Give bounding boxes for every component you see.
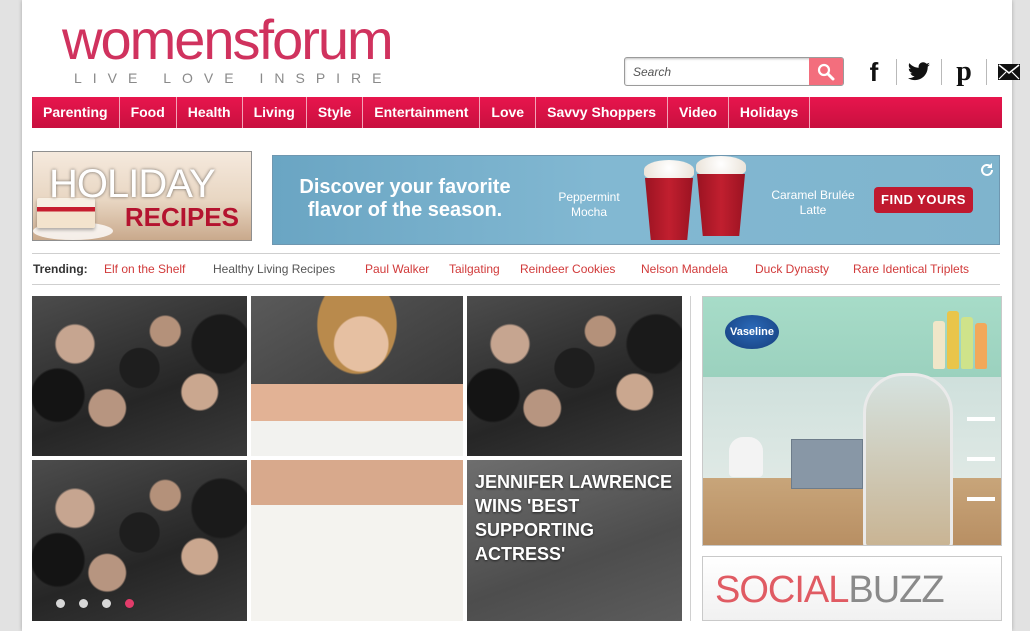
trending-link[interactable]: Paul Walker bbox=[365, 262, 429, 276]
trending-link[interactable]: Tailgating bbox=[449, 262, 500, 276]
ad-flavor-2: Caramel Brulée Latte bbox=[771, 188, 855, 217]
social-buzz-banner[interactable]: SOCIALBUZZ bbox=[702, 556, 1002, 621]
trending-link[interactable]: Elf on the Shelf bbox=[104, 262, 185, 276]
hero-caption: JENNIFER LAWRENCE WINS 'BEST SUPPORTING … bbox=[475, 472, 673, 564]
trending-link[interactable]: Rare Identical Triplets bbox=[853, 262, 969, 276]
divider bbox=[32, 253, 1000, 254]
trending-link[interactable]: Reindeer Cookies bbox=[520, 262, 615, 276]
search-icon bbox=[817, 63, 835, 80]
nav-item-holidays[interactable]: Holidays bbox=[729, 97, 811, 128]
hero-caption-tile[interactable]: JENNIFER LAWRENCE WINS 'BEST SUPPORTING … bbox=[467, 460, 682, 621]
divider bbox=[690, 296, 691, 621]
ad-flavor-1: Peppermint Mocha bbox=[558, 190, 620, 219]
nav-item-food[interactable]: Food bbox=[120, 97, 177, 128]
cup-image bbox=[697, 174, 745, 236]
divider bbox=[941, 59, 942, 85]
search-input[interactable] bbox=[625, 58, 809, 85]
page: womensforum LIVE LOVE INSPIRE f p bbox=[22, 0, 1020, 631]
nav-item-video[interactable]: Video bbox=[668, 97, 729, 128]
main-nav: Parenting Food Health Living Style Enter… bbox=[32, 97, 1002, 128]
site-logo[interactable]: womensforum LIVE LOVE INSPIRE bbox=[62, 8, 394, 88]
trending-link[interactable]: Healthy Living Recipes bbox=[213, 262, 335, 276]
slide-dot[interactable] bbox=[102, 599, 111, 608]
cup-image bbox=[645, 178, 693, 240]
search-button[interactable] bbox=[809, 58, 843, 85]
slide-dot[interactable] bbox=[56, 599, 65, 608]
nav-item-health[interactable]: Health bbox=[177, 97, 243, 128]
bedroom-image bbox=[703, 373, 1001, 545]
social-buzz-text-1: SOCIAL bbox=[715, 569, 849, 611]
cup-foam bbox=[696, 156, 746, 176]
search-box bbox=[624, 57, 844, 86]
hero-image-tile bbox=[32, 296, 247, 456]
nav-item-entertainment[interactable]: Entertainment bbox=[363, 97, 481, 128]
hero-image-tile bbox=[251, 460, 463, 621]
product-bottles-image bbox=[931, 303, 991, 369]
nav-item-love[interactable]: Love bbox=[480, 97, 537, 128]
email-icon[interactable] bbox=[989, 58, 1029, 86]
slide-dot[interactable] bbox=[79, 599, 88, 608]
facebook-icon[interactable]: f bbox=[854, 58, 894, 86]
cup-foam bbox=[644, 160, 694, 180]
hero-slideshow[interactable]: JENNIFER LAWRENCE WINS 'BEST SUPPORTING … bbox=[32, 296, 682, 621]
trending-link[interactable]: Duck Dynasty bbox=[755, 262, 829, 276]
social-buzz-logo: SOCIALBUZZ bbox=[715, 569, 945, 611]
social-links: f p bbox=[854, 57, 1029, 87]
find-yours-button[interactable]: FIND YOURS bbox=[874, 187, 973, 213]
slide-indicators bbox=[56, 599, 148, 608]
divider bbox=[32, 284, 1000, 285]
promo-title-line1: HOLIDAY bbox=[49, 162, 216, 206]
logo-wordmark: womensforum bbox=[62, 8, 394, 71]
nav-item-savvy-shoppers[interactable]: Savvy Shoppers bbox=[536, 97, 669, 128]
nav-item-parenting[interactable]: Parenting bbox=[32, 97, 120, 128]
hero-image-tile bbox=[32, 460, 247, 621]
trending-bar: Trending: Elf on the Shelf Healthy Livin… bbox=[33, 258, 999, 280]
vaseline-logo: Vaseline bbox=[725, 315, 779, 349]
refresh-icon[interactable] bbox=[979, 162, 995, 178]
hero-image-tile bbox=[467, 296, 682, 456]
holiday-recipes-promo[interactable]: HOLIDAY RECIPES bbox=[32, 151, 252, 241]
pinterest-icon[interactable]: p bbox=[944, 58, 984, 86]
twitter-icon[interactable] bbox=[899, 58, 939, 86]
social-buzz-text-2: BUZZ bbox=[848, 569, 944, 611]
promo-title-line2: RECIPES bbox=[124, 202, 239, 232]
nav-item-style[interactable]: Style bbox=[307, 97, 364, 128]
ad-headline: Discover your favorite flavor of the sea… bbox=[299, 176, 511, 221]
hero-image-tile bbox=[251, 296, 463, 456]
coffee-banner-ad[interactable]: Discover your favorite flavor of the sea… bbox=[272, 155, 1000, 245]
logo-tagline: LIVE LOVE INSPIRE bbox=[74, 70, 393, 86]
trending-link[interactable]: Nelson Mandela bbox=[641, 262, 728, 276]
slide-dot-active[interactable] bbox=[125, 599, 134, 608]
divider bbox=[896, 59, 897, 85]
nav-item-living[interactable]: Living bbox=[243, 97, 307, 128]
divider bbox=[986, 59, 987, 85]
trending-label: Trending: bbox=[33, 262, 88, 276]
vaseline-ad[interactable]: Vaseline bbox=[702, 296, 1002, 546]
